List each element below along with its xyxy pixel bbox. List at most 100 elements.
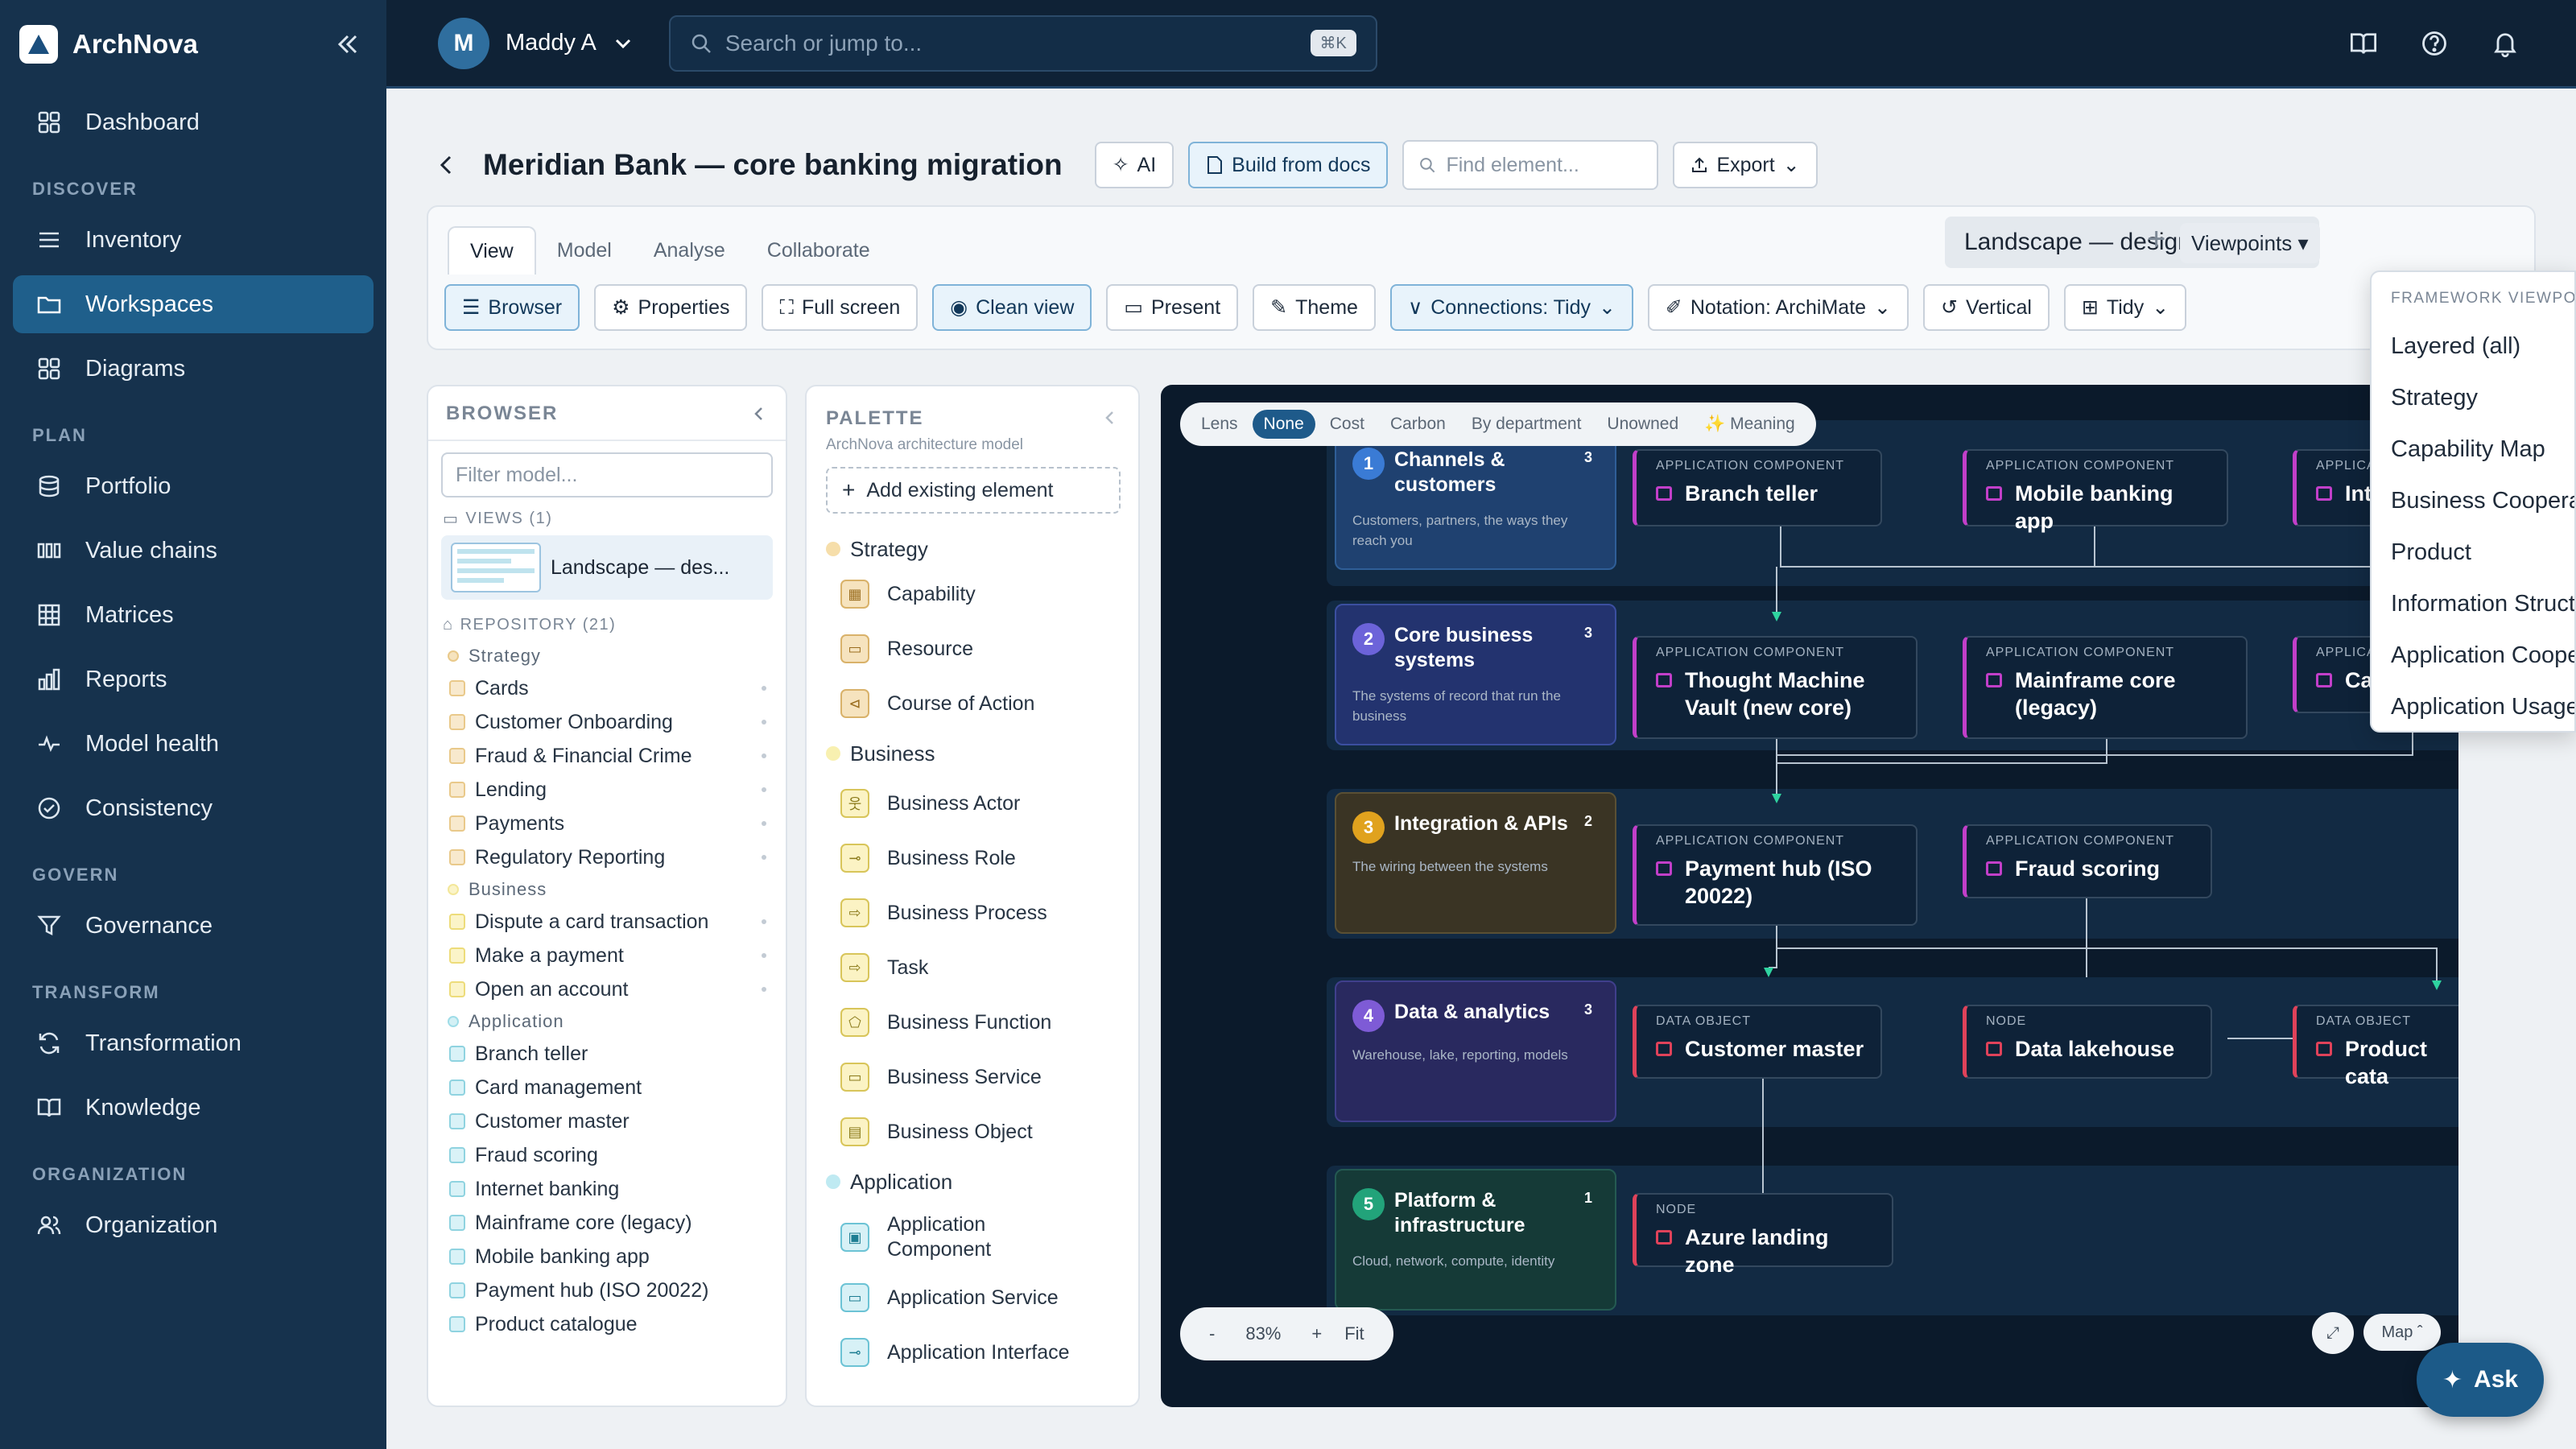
vertical-button[interactable]: ↺ Vertical xyxy=(1923,284,2050,331)
collapse-chevron-icon[interactable] xyxy=(750,405,768,423)
viewpoint-option[interactable]: Application Usage xyxy=(2372,681,2574,731)
full-screen-button[interactable]: ⛶ Full screen xyxy=(762,284,919,331)
palette-item[interactable]: ⇨ Task xyxy=(807,940,1138,995)
lens-option-unowned[interactable]: Unowned xyxy=(1596,410,1690,439)
lane-core-systems[interactable]: 2 Core business systems 3 The systems of … xyxy=(1335,604,1616,745)
nav-value-chains[interactable]: Value chains xyxy=(13,522,374,580)
tree-item[interactable]: Fraud scoring xyxy=(428,1138,786,1172)
node-fraud-scoring[interactable]: APPLICATION COMPONENT Fraud scoring xyxy=(1963,824,2212,898)
nav-workspaces[interactable]: Workspaces xyxy=(13,275,374,333)
bell-icon[interactable] xyxy=(2486,24,2524,63)
tree-item[interactable]: Internet banking xyxy=(428,1172,786,1206)
tab-model[interactable]: Model xyxy=(536,226,633,275)
tidy-button[interactable]: ⊞ Tidy ⌄ xyxy=(2063,284,2187,331)
node-data-lakehouse[interactable]: NODE Data lakehouse xyxy=(1963,1005,2212,1079)
expand-canvas-icon[interactable]: ⤢ xyxy=(2312,1312,2354,1354)
nav-consistency[interactable]: Consistency xyxy=(13,779,374,837)
back-chevron-icon[interactable] xyxy=(435,153,459,177)
node-customer-master[interactable]: DATA OBJECT Customer master xyxy=(1633,1005,1882,1079)
node-thought-machine-vault[interactable]: APPLICATION COMPONENT Thought Machine Vau… xyxy=(1633,636,1918,739)
palette-item[interactable]: ▤ Business Object xyxy=(807,1104,1138,1159)
tab-collaborate[interactable]: Collaborate xyxy=(746,226,891,275)
node-payment-hub[interactable]: APPLICATION COMPONENT Payment hub (ISO 20… xyxy=(1633,824,1918,926)
tree-item[interactable]: Mainframe core (legacy) xyxy=(428,1206,786,1240)
tree-item[interactable]: Customer master xyxy=(428,1104,786,1138)
palette-item[interactable]: ▭ Business Service xyxy=(807,1050,1138,1104)
zoom-out-button[interactable]: - xyxy=(1209,1323,1215,1344)
tree-item[interactable]: Card management xyxy=(428,1071,786,1104)
build-from-docs-button[interactable]: Build from docs xyxy=(1188,142,1389,188)
lens-option-cost[interactable]: Cost xyxy=(1319,410,1376,439)
tree-group-strategy[interactable]: Strategy xyxy=(428,641,786,671)
lane-data[interactable]: 4 Data & analytics 3 Warehouse, lake, rep… xyxy=(1335,980,1616,1122)
palette-item[interactable]: ▭ Application Service xyxy=(807,1270,1138,1325)
tree-group-application[interactable]: Application xyxy=(428,1006,786,1037)
present-button[interactable]: ▭ Present xyxy=(1106,284,1239,331)
tab-view[interactable]: View xyxy=(448,226,536,275)
palette-group-application[interactable]: Application xyxy=(807,1159,1138,1204)
tree-item[interactable]: Make a payment xyxy=(428,939,786,972)
tree-item[interactable]: Payment hub (ISO 20022) xyxy=(428,1274,786,1307)
viewpoint-option[interactable]: Capability Map xyxy=(2372,423,2574,475)
lens-option-carbon[interactable]: Carbon xyxy=(1379,410,1457,439)
nav-reports[interactable]: Reports xyxy=(13,650,374,708)
diagram-canvas[interactable]: 1 Channels & customers 3 Customers, partn… xyxy=(1161,385,2458,1407)
nav-knowledge[interactable]: Knowledge xyxy=(13,1079,374,1137)
global-search-input[interactable]: Search or jump to... ⌘K xyxy=(668,14,1377,72)
find-element-input[interactable]: Find element... xyxy=(1402,140,1659,190)
viewpoint-option[interactable]: Product xyxy=(2372,526,2574,578)
lane-platform[interactable]: 5 Platform & infrastructure 1 Cloud, netw… xyxy=(1335,1169,1616,1311)
nav-inventory[interactable]: Inventory xyxy=(13,211,374,269)
viewpoint-option[interactable]: Layered (all) xyxy=(2372,320,2574,372)
browser-toggle-button[interactable]: ☰ Browser xyxy=(444,284,580,331)
palette-item[interactable]: ⇨ Business Process xyxy=(807,886,1138,940)
filter-model-input[interactable]: Filter model... xyxy=(441,452,773,497)
tree-item[interactable]: Open an account xyxy=(428,972,786,1006)
add-existing-element-button[interactable]: + Add existing element xyxy=(826,467,1121,514)
nav-transformation[interactable]: Transformation xyxy=(13,1014,374,1072)
minimap-toggle-button[interactable]: Map ˆ xyxy=(2363,1314,2441,1351)
tree-item[interactable]: Payments xyxy=(428,807,786,840)
node-branch-teller[interactable]: APPLICATION COMPONENT Branch teller xyxy=(1633,449,1882,526)
palette-group-business[interactable]: Business xyxy=(807,731,1138,776)
viewpoint-option[interactable]: Application Cooperation xyxy=(2372,630,2574,681)
tab-analyse[interactable]: Analyse xyxy=(633,226,746,275)
clean-view-button[interactable]: ◉ Clean view xyxy=(932,284,1092,331)
node-azure-landing-zone[interactable]: NODE Azure landing zone xyxy=(1633,1193,1893,1277)
palette-item[interactable]: ⬠ Business Function xyxy=(807,995,1138,1050)
tree-item[interactable]: Fraud & Financial Crime xyxy=(428,739,786,773)
user-name[interactable]: Maddy A xyxy=(506,30,597,56)
viewpoint-option[interactable]: Business Cooperation xyxy=(2372,475,2574,526)
collapse-chevron-icon[interactable] xyxy=(1101,409,1119,427)
tree-item[interactable]: Cards xyxy=(428,671,786,705)
zoom-fit-button[interactable]: Fit xyxy=(1344,1323,1364,1344)
viewpoint-option[interactable]: Information Structure xyxy=(2372,578,2574,630)
connections-button[interactable]: ∨ Connections: Tidy ⌄ xyxy=(1389,284,1633,331)
viewpoint-option[interactable]: Strategy xyxy=(2372,372,2574,423)
tree-item[interactable]: Mobile banking app xyxy=(428,1240,786,1274)
nav-portfolio[interactable]: Portfolio xyxy=(13,457,374,515)
nav-model-health[interactable]: Model health xyxy=(13,715,374,773)
palette-item[interactable]: ▣ Application Component xyxy=(807,1204,1138,1270)
nav-dashboard[interactable]: Dashboard xyxy=(13,93,374,151)
viewpoints-button[interactable]: Viewpoints ▾ xyxy=(2180,223,2320,263)
avatar[interactable]: M xyxy=(438,17,489,69)
tree-item[interactable]: Regulatory Reporting xyxy=(428,840,786,874)
help-icon[interactable] xyxy=(2415,24,2454,63)
add-view-icon[interactable]: + xyxy=(2147,221,2165,258)
tree-item[interactable]: Dispute a card transaction xyxy=(428,905,786,939)
ask-assistant-button[interactable]: ✦ Ask xyxy=(2417,1343,2544,1417)
node-product-catalogue[interactable]: DATA OBJECT Product cata xyxy=(2293,1005,2458,1088)
palette-item[interactable]: ⊸ Application Interface xyxy=(807,1325,1138,1380)
zoom-in-button[interactable]: + xyxy=(1311,1323,1322,1344)
tree-group-business[interactable]: Business xyxy=(428,874,786,905)
export-button[interactable]: Export ⌄ xyxy=(1673,142,1818,188)
palette-item[interactable]: ⊲ Course of Action xyxy=(807,676,1138,731)
node-mobile-banking-app[interactable]: APPLICATION COMPONENT Mobile banking app xyxy=(1963,449,2228,533)
lens-option-by-department[interactable]: By department xyxy=(1460,410,1593,439)
palette-item[interactable]: ▭ Resource xyxy=(807,621,1138,676)
docs-book-icon[interactable] xyxy=(2344,24,2383,63)
tree-item[interactable]: Branch teller xyxy=(428,1037,786,1071)
palette-item[interactable]: 웃 Business Actor xyxy=(807,776,1138,831)
lane-integration[interactable]: 3 Integration & APIs 2 The wiring between… xyxy=(1335,792,1616,934)
